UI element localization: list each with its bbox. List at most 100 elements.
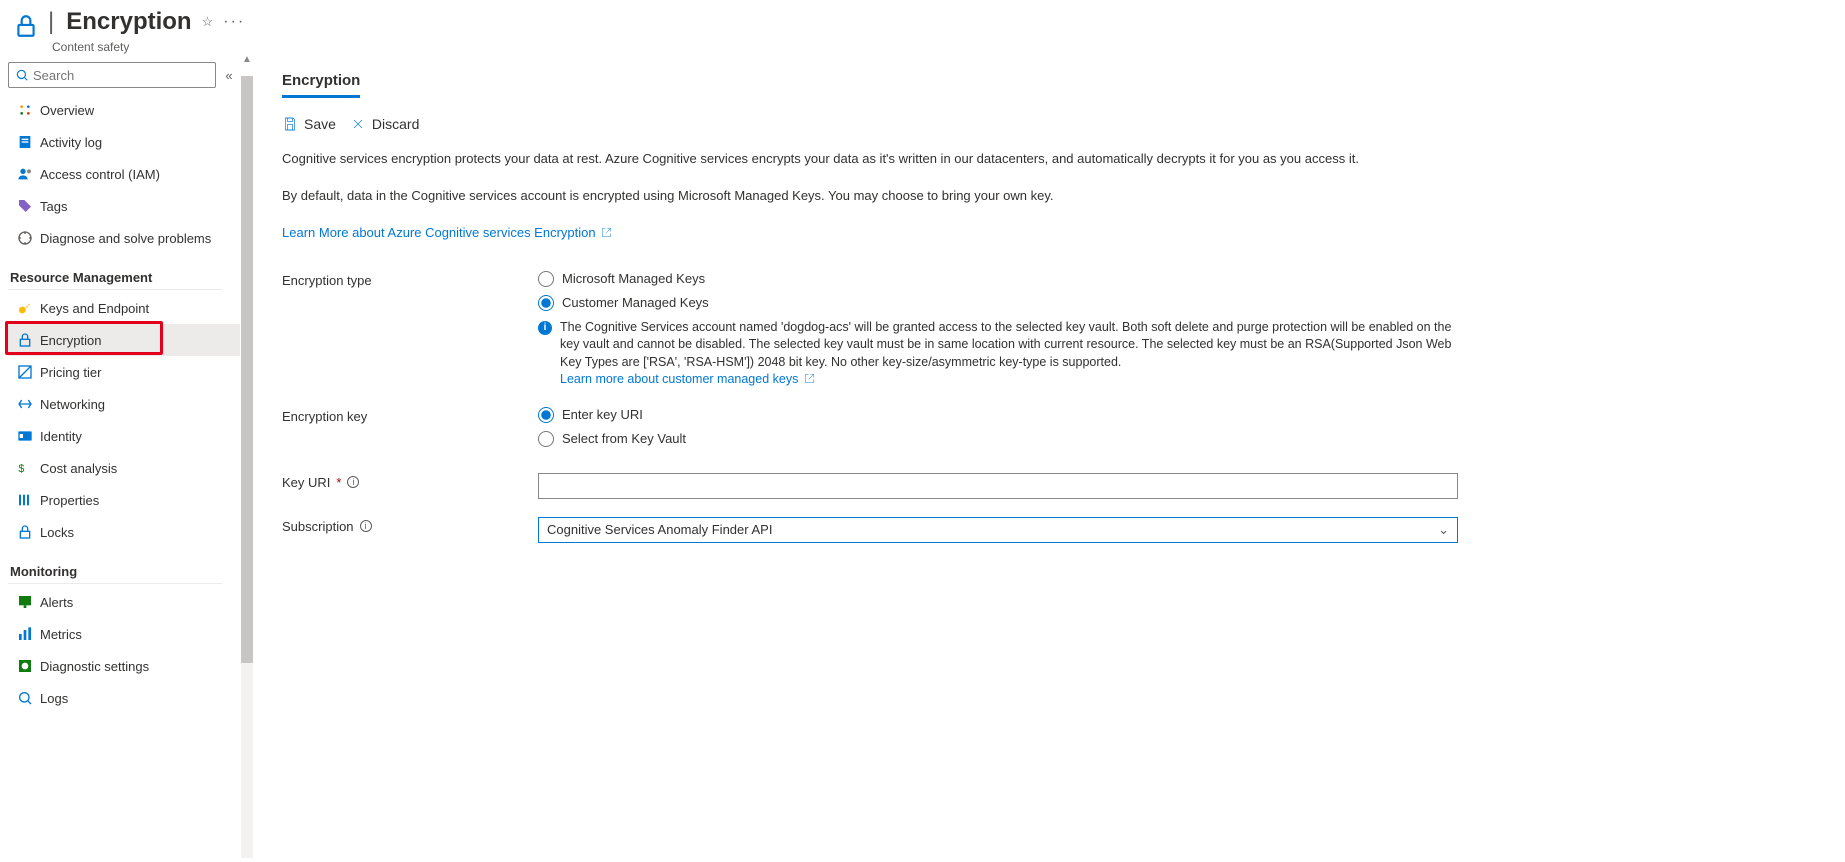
activity-log-icon	[14, 134, 36, 150]
sidebar-group-monitoring: Monitoring	[8, 548, 240, 583]
sidebar-item-label: Metrics	[40, 627, 82, 642]
access-control-icon	[14, 166, 36, 182]
overview-icon	[14, 102, 36, 118]
networking-icon	[14, 396, 36, 412]
sidebar-item-label: Diagnose and solve problems	[40, 231, 211, 246]
sidebar-item-label: Encryption	[40, 333, 101, 348]
row-encryption-type: Encryption type Microsoft Managed Keys C…	[282, 271, 1817, 389]
sidebar-item-cost-analysis[interactable]: $ Cost analysis	[8, 452, 240, 484]
sidebar-item-label: Identity	[40, 429, 82, 444]
subscription-select[interactable]: Cognitive Services Anomaly Finder API ⌄	[538, 517, 1458, 543]
external-link-icon	[601, 227, 612, 238]
pricing-icon	[14, 364, 36, 380]
sidebar-item-tags[interactable]: Tags	[8, 190, 240, 222]
lock-icon	[14, 332, 36, 348]
radio-enter-uri-label: Enter key URI	[562, 407, 643, 422]
learn-more-label: Learn More about Azure Cognitive service…	[282, 225, 596, 240]
sidebar-item-logs[interactable]: Logs	[8, 682, 240, 714]
sidebar-item-properties[interactable]: Properties	[8, 484, 240, 516]
page-header: | Encryption ☆ ··· Content safety	[0, 0, 1845, 54]
intro-paragraph-1: Cognitive services encryption protects y…	[282, 150, 1462, 169]
sidebar-item-identity[interactable]: Identity	[8, 420, 240, 452]
collapse-sidebar-icon[interactable]: «	[224, 68, 234, 83]
save-icon	[282, 116, 298, 132]
radio-select-vault-label: Select from Key Vault	[562, 431, 686, 446]
radio-customer-managed[interactable]	[538, 295, 554, 311]
sidebar-item-label: Networking	[40, 397, 105, 412]
sidebar-item-label: Diagnostic settings	[40, 659, 149, 674]
sidebar-item-label: Overview	[40, 103, 94, 118]
locks-icon	[14, 524, 36, 540]
sidebar-item-label: Properties	[40, 493, 99, 508]
logs-icon	[14, 690, 36, 706]
row-subscription: Subscription i Cognitive Services Anomal…	[282, 517, 1817, 543]
svg-text:$: $	[18, 463, 24, 475]
sidebar-item-alerts[interactable]: Alerts	[8, 586, 240, 618]
discard-button[interactable]: Discard	[350, 116, 419, 132]
sidebar-item-label: Alerts	[40, 595, 73, 610]
sidebar-item-label: Locks	[40, 525, 74, 540]
sidebar-item-overview[interactable]: Overview	[8, 94, 240, 126]
chevron-down-icon: ⌄	[1438, 522, 1449, 538]
encryption-type-label: Encryption type	[282, 271, 538, 288]
discard-icon	[350, 116, 366, 132]
key-uri-input[interactable]	[538, 473, 1458, 499]
external-link-icon	[804, 373, 815, 384]
save-button[interactable]: Save	[282, 116, 336, 132]
help-icon[interactable]: i	[360, 520, 372, 532]
search-icon	[15, 68, 29, 82]
metrics-icon	[14, 626, 36, 642]
sidebar-item-label: Tags	[40, 199, 67, 214]
row-key-uri: Key URI * i	[282, 473, 1817, 499]
sidebar-item-label: Keys and Endpoint	[40, 301, 149, 316]
resource-type-label: Content safety	[52, 40, 245, 54]
search-input[interactable]	[33, 68, 209, 83]
sidebar-search[interactable]	[8, 62, 216, 88]
cmk-learn-more-link[interactable]: Learn more about customer managed keys	[560, 372, 815, 386]
sidebar-item-diagnostic-settings[interactable]: Diagnostic settings	[8, 650, 240, 682]
diagnose-icon	[14, 230, 36, 246]
sidebar-item-diagnose[interactable]: Diagnose and solve problems	[8, 222, 240, 254]
favorite-star-icon[interactable]: ☆	[202, 14, 214, 30]
required-asterisk: *	[336, 475, 341, 490]
sidebar-item-keys-endpoint[interactable]: Keys and Endpoint	[8, 292, 240, 324]
cmk-info-block: i The Cognitive Services account named '…	[538, 319, 1458, 389]
sidebar-scrollbar[interactable]: ▲	[240, 54, 254, 858]
learn-more-link[interactable]: Learn More about Azure Cognitive service…	[282, 225, 612, 240]
help-icon[interactable]: i	[347, 476, 359, 488]
more-actions-icon[interactable]: ···	[223, 13, 245, 31]
discard-label: Discard	[372, 116, 419, 132]
sidebar-item-access-control[interactable]: Access control (IAM)	[8, 158, 240, 190]
key-uri-label: Key URI	[282, 475, 330, 490]
sidebar-item-label: Pricing tier	[40, 365, 101, 380]
key-icon	[14, 300, 36, 316]
resource-lock-icon	[8, 8, 44, 44]
sidebar-item-metrics[interactable]: Metrics	[8, 618, 240, 650]
save-label: Save	[304, 116, 336, 132]
sidebar-item-networking[interactable]: Networking	[8, 388, 240, 420]
sidebar-item-activity-log[interactable]: Activity log	[8, 126, 240, 158]
sidebar-item-pricing-tier[interactable]: Pricing tier	[8, 356, 240, 388]
sidebar-item-label: Access control (IAM)	[40, 167, 160, 182]
subscription-label: Subscription	[282, 519, 354, 534]
sidebar-item-label: Logs	[40, 691, 68, 706]
sidebar-item-locks[interactable]: Locks	[8, 516, 240, 548]
sidebar-item-encryption[interactable]: Encryption	[8, 324, 240, 356]
page-title: Encryption	[66, 8, 191, 36]
radio-select-from-vault[interactable]	[538, 431, 554, 447]
sidebar-item-label: Cost analysis	[40, 461, 117, 476]
radio-mmk-label: Microsoft Managed Keys	[562, 271, 705, 286]
subscription-value: Cognitive Services Anomaly Finder API	[547, 522, 772, 537]
intro-paragraph-2: By default, data in the Cognitive servic…	[282, 187, 1462, 206]
tab-encryption[interactable]: Encryption	[282, 72, 360, 98]
radio-enter-key-uri[interactable]	[538, 407, 554, 423]
encryption-key-label: Encryption key	[282, 407, 538, 424]
radio-microsoft-managed[interactable]	[538, 271, 554, 287]
identity-icon	[14, 428, 36, 444]
diagnostic-settings-icon	[14, 658, 36, 674]
tags-icon	[14, 198, 36, 214]
cmk-info-text: The Cognitive Services account named 'do…	[560, 320, 1451, 369]
radio-cmk-label: Customer Managed Keys	[562, 295, 709, 310]
sidebar-item-label: Activity log	[40, 135, 102, 150]
info-icon: i	[538, 321, 552, 335]
